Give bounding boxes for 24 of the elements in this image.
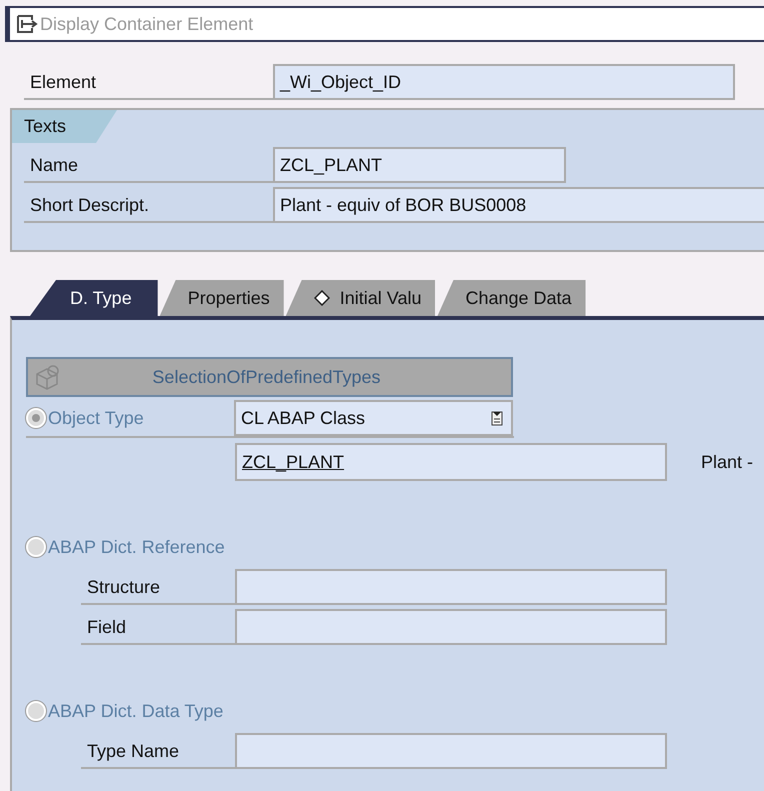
radio-button[interactable] bbox=[26, 408, 46, 428]
tab[interactable]: D. Type bbox=[30, 280, 158, 316]
type-dropdown[interactable]: CL ABAP Class bbox=[234, 400, 513, 436]
radio-label: ABAP Dict. Reference bbox=[48, 536, 225, 558]
radio-button[interactable] bbox=[26, 537, 46, 557]
tab[interactable]: Change Data bbox=[437, 280, 586, 316]
radio-button[interactable] bbox=[26, 701, 46, 721]
group-title: Texts bbox=[12, 110, 117, 143]
tab[interactable]: Properties bbox=[160, 280, 284, 316]
window-title: Display Container Element bbox=[40, 14, 254, 34]
dropdown-icon bbox=[491, 410, 503, 426]
diamond-icon bbox=[314, 290, 330, 306]
text-field[interactable]: ZCL_PLANT bbox=[273, 147, 566, 183]
input-field[interactable] bbox=[235, 733, 667, 769]
class-field[interactable]: ZCL_PLANT bbox=[235, 443, 667, 481]
input-field[interactable] bbox=[235, 609, 667, 645]
radio-label: ABAP Dict. Data Type bbox=[48, 700, 224, 722]
tab[interactable]: Initial Valu bbox=[286, 280, 436, 316]
element-field[interactable]: _Wi_Object_ID bbox=[273, 64, 735, 100]
input-field[interactable] bbox=[235, 569, 667, 605]
display-icon bbox=[16, 14, 38, 34]
class-description: Plant - bbox=[701, 452, 754, 472]
radio-label: Object Type bbox=[48, 408, 145, 428]
text-field[interactable]: Plant - equiv of BOR BUS0008 bbox=[273, 187, 764, 223]
